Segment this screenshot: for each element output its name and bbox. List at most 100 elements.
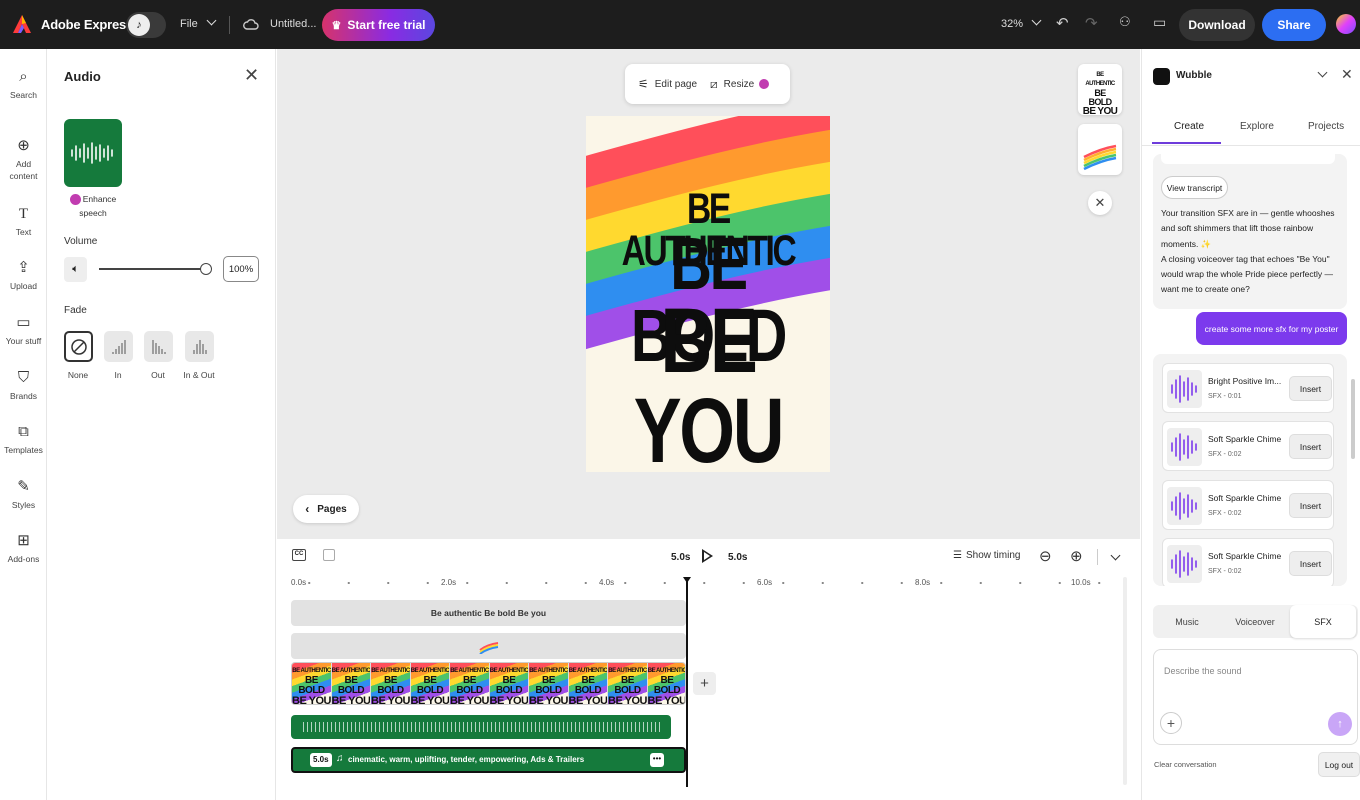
list-item[interactable]: Soft Sparkle Chime SFX - 0:02 Insert [1162,421,1334,471]
fade-in-out-button[interactable] [185,331,214,362]
close-icon[interactable]: ✕ [1341,66,1353,83]
none-icon [70,338,87,355]
waveform-icon[interactable] [1167,487,1202,525]
enhance-speech-button[interactable]: Enhance speech [68,192,118,220]
sliders-icon: ⚟ [638,77,649,91]
edit-page-button[interactable]: ⚟ Edit page [625,77,697,91]
frame-text: BE AUTHENTIC BE BOLD BE YOU [371,666,410,704]
tab-create[interactable]: Create [1174,121,1204,132]
show-timing-label: Show timing [965,550,1021,561]
fade-none-button[interactable] [64,331,93,362]
frame-line: BE BOLD [298,675,325,696]
rail-label: Search [10,90,37,100]
rail-item-styles[interactable]: ✎ Styles [0,477,47,511]
waveform-icon[interactable] [1167,370,1202,408]
fade-out-button[interactable] [144,331,173,362]
chevron-down-icon[interactable] [1317,67,1328,78]
list-item[interactable]: Soft Sparkle Chime SFX - 0:02 Insert [1162,480,1334,530]
rail-item-add-ons[interactable]: ⊞ Add-ons [0,531,47,565]
start-free-trial-button[interactable]: ♛ Start free trial [322,9,435,41]
avatar[interactable] [1336,14,1356,34]
speaker-icon[interactable]: 🔈︎ [64,257,87,282]
frame-line: BE YOU [568,695,608,705]
volume-value-field[interactable]: 100% [223,256,259,282]
show-timing-button[interactable]: ☰ Show timing [953,550,1020,561]
rail-item-text[interactable]: T Text [0,204,47,238]
frame-line: BE YOU [647,695,686,705]
search-icon: ⌕ [19,68,28,85]
invite-icon[interactable]: ⚇ [1119,14,1131,30]
playhead[interactable] [683,577,690,787]
rainbow-track-clip[interactable] [291,633,686,659]
mode-toggle[interactable]: ♪ [126,12,166,38]
zoom-out-icon[interactable]: ⊖ [1039,547,1052,565]
redo-icon[interactable]: ↷ [1085,14,1098,32]
waveform-icon[interactable] [1167,545,1202,583]
audio-track-clip[interactable] [291,715,671,739]
audio-thumbnail[interactable] [64,119,122,187]
file-menu[interactable]: File [180,15,217,30]
insert-button[interactable]: Insert [1289,551,1332,576]
comment-icon[interactable]: ▭ [1153,14,1166,31]
rail-item-brands[interactable]: ⛉ Brands [0,368,47,402]
text-layer-thumbnail[interactable]: BE AUTHENTIC BE BOLD BE YOU [1078,64,1122,117]
segment-voiceover[interactable]: Voiceover [1221,605,1289,638]
segment-sfx[interactable]: SFX [1290,605,1356,638]
prompt-input[interactable]: Describe the sound + ↑ [1153,649,1358,745]
tab-projects[interactable]: Projects [1308,121,1344,132]
text-track-clip[interactable]: Be authentic Be bold Be you [291,600,686,626]
close-icon[interactable]: ✕ [244,65,259,86]
insert-button[interactable]: Insert [1289,434,1332,459]
rail-item-upload[interactable]: ⇪ Upload [0,258,47,292]
fade-in-button[interactable] [104,331,133,362]
rainbow-icon [1083,144,1117,171]
add-attachment-button[interactable]: + [1160,712,1182,734]
timeline-scrollbar[interactable] [1123,577,1127,785]
frame-line: BE BOLD [614,675,641,696]
captions-icon[interactable]: CC [292,549,306,561]
more-icon[interactable]: ••• [650,753,664,767]
adobe-express-logo[interactable] [12,14,32,34]
insert-button[interactable]: Insert [1289,493,1332,518]
document-title[interactable]: Untitled... [270,18,316,30]
waveform-icon[interactable] [1167,428,1202,466]
cloud-icon[interactable] [243,17,259,31]
list-item[interactable]: Bright Positive Im... SFX - 0:01 Insert [1162,363,1334,413]
log-out-button[interactable]: Log out [1318,752,1360,777]
panel-scrollbar[interactable] [1351,379,1355,459]
undo-icon[interactable]: ↶ [1056,14,1069,32]
rainbow-layer-thumbnail[interactable] [1078,124,1122,175]
rail-item-add-content[interactable]: ⊕ Add content [0,136,47,182]
clear-conversation-link[interactable]: Clear conversation [1154,760,1217,769]
volume-slider-handle[interactable] [200,263,212,275]
volume-slider[interactable] [99,268,206,270]
download-button[interactable]: Download [1179,9,1255,41]
insert-button[interactable]: Insert [1289,376,1332,401]
poster-video-clip[interactable]: BE AUTHENTIC BE BOLD BE YOU BE AUTHENTIC BE … [291,662,686,705]
rail-item-templates[interactable]: ⧉ Templates [0,422,47,456]
share-button[interactable]: Share [1262,9,1326,41]
close-icon[interactable]: ✕ [1088,191,1112,215]
split-icon[interactable] [323,549,335,561]
add-clip-button[interactable]: + [693,672,716,695]
audio-type-segmented-control: Music Voiceover SFX [1153,605,1358,638]
zoom-in-icon[interactable]: ⊕ [1070,547,1083,565]
frame-line: BE BOLD [574,675,602,696]
zoom-menu[interactable]: 32% [1001,15,1042,30]
frame-line: BE BOLD [653,675,681,696]
rail-item-your-stuff[interactable]: ▭ Your stuff [0,313,47,347]
poster[interactable]: BE AUTHENTIC BE BOLD BE YOU [586,116,830,472]
pages-button[interactable]: ‹ Pages [293,495,359,523]
chevron-down-icon[interactable] [1110,550,1121,561]
fade-out-icon [151,339,166,354]
segment-music[interactable]: Music [1153,605,1221,638]
music-track-clip[interactable]: 5.0s ♫ cinematic, warm, uplifting, tende… [291,747,686,773]
frame-line: BE YOU [331,695,371,705]
send-button[interactable]: ↑ [1328,712,1352,736]
resize-button[interactable]: ⧄ Resize [697,77,770,92]
view-transcript-button[interactable]: View transcript [1161,176,1228,199]
rail-item-search[interactable]: ⌕ Search [0,67,47,101]
list-item[interactable]: Soft Sparkle Chime SFX - 0:02 Insert [1162,538,1334,586]
tab-explore[interactable]: Explore [1240,121,1274,132]
frame-line: BE YOU [292,695,331,705]
